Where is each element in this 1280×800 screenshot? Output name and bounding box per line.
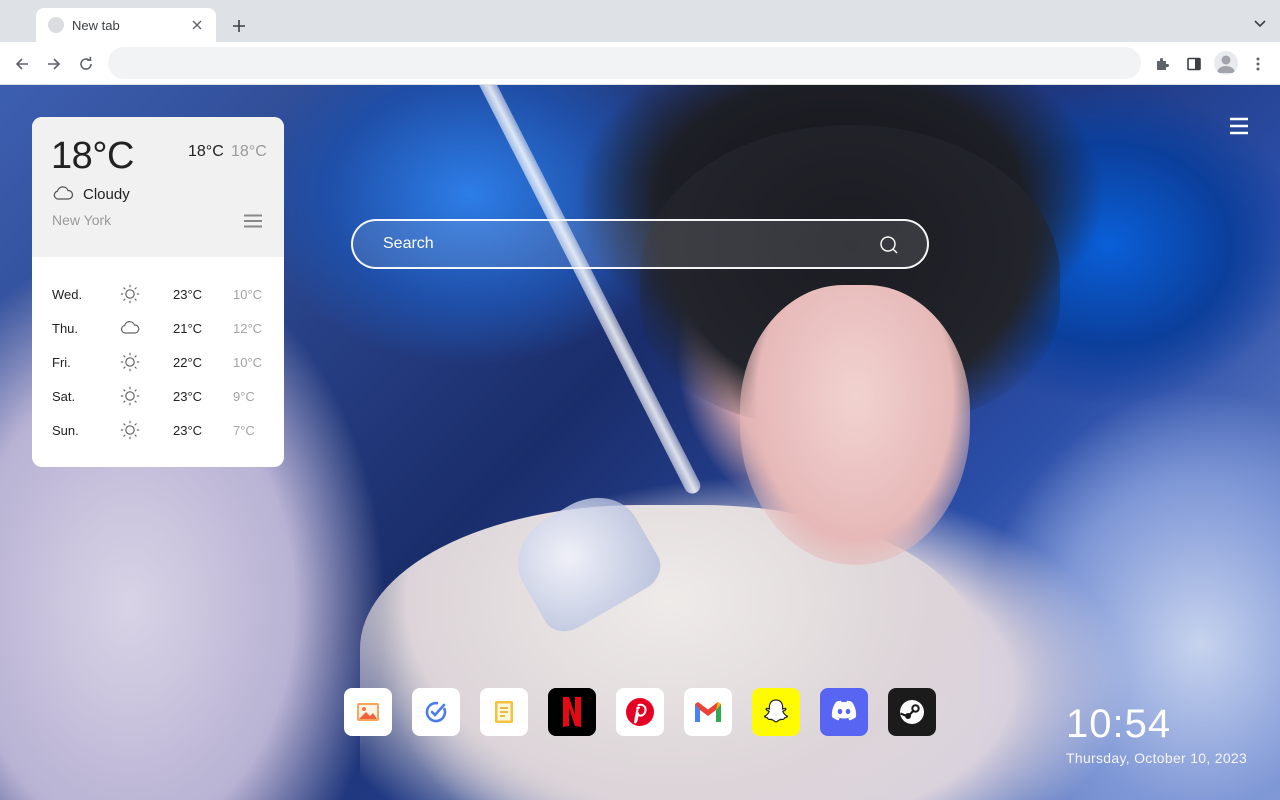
- forecast-row: Fri. 22°C 10°C: [32, 352, 284, 372]
- snapchat-icon: [760, 696, 792, 728]
- forward-button[interactable]: [41, 51, 67, 77]
- dock-item-steam[interactable]: [888, 688, 936, 736]
- tab-search-button[interactable]: [1250, 14, 1270, 34]
- more-vertical-icon: [1256, 57, 1260, 71]
- arrow-left-icon: [15, 58, 28, 70]
- dock-item-discord[interactable]: [820, 688, 868, 736]
- photo-icon: [354, 698, 382, 726]
- dock-item-tasks[interactable]: [412, 688, 460, 736]
- forecast-day: Sat.: [52, 389, 76, 404]
- tab-title: New tab: [72, 17, 120, 33]
- arrow-right-icon: [48, 58, 61, 70]
- cloud-icon: [119, 318, 141, 338]
- back-button[interactable]: [9, 51, 35, 77]
- page-menu-icon[interactable]: [1227, 116, 1251, 136]
- favicon-icon: [48, 17, 64, 33]
- sun-icon: [119, 386, 141, 406]
- current-temperature: 18°C: [51, 135, 134, 177]
- extensions-button[interactable]: [1150, 52, 1174, 76]
- dock-item-gmail[interactable]: [684, 688, 732, 736]
- new-tab-button[interactable]: [226, 13, 252, 39]
- weather-current: 18°C 18°C 18°C Cloudy New York: [32, 117, 284, 257]
- chevron-down-icon: [1254, 20, 1266, 28]
- forecast-day: Sun.: [52, 423, 79, 438]
- forecast-row: Thu. 21°C 12°C: [32, 318, 284, 338]
- cloud-icon: [53, 186, 74, 200]
- browser-menu-button[interactable]: [1246, 52, 1270, 76]
- sun-icon: [119, 352, 141, 372]
- forecast-day: Thu.: [52, 321, 79, 336]
- forecast-high: 23°C: [173, 423, 203, 438]
- forecast-row: Wed. 23°C 10°C: [32, 284, 284, 304]
- weather-city: New York: [52, 212, 112, 228]
- user-icon: [1217, 55, 1235, 73]
- forecast-row: Sun. 23°C 7°C: [32, 420, 284, 440]
- forecast-low: 12°C: [233, 321, 263, 336]
- reload-button[interactable]: [73, 51, 99, 77]
- browser-toolbar: [0, 42, 1280, 85]
- forecast-high: 23°C: [173, 389, 203, 404]
- tab-new-tab[interactable]: New tab: [36, 8, 216, 42]
- forecast-high: 22°C: [173, 355, 203, 370]
- forecast-day: Wed.: [52, 287, 83, 302]
- high-temperature: 18°C: [188, 143, 224, 160]
- forecast-low: 9°C: [233, 389, 255, 404]
- search-box[interactable]: [351, 219, 929, 269]
- sun-icon: [119, 420, 141, 440]
- side-panel-button[interactable]: [1182, 52, 1206, 76]
- steam-icon: [896, 696, 928, 728]
- dock-item-photos[interactable]: [344, 688, 392, 736]
- sun-icon: [119, 284, 141, 304]
- dock-item-snapchat[interactable]: [752, 688, 800, 736]
- gmail-icon: [692, 699, 724, 725]
- side-panel-icon: [1187, 57, 1201, 71]
- low-temperature: 18°C: [231, 143, 267, 160]
- check-circle-icon: [422, 698, 450, 726]
- reload-icon: [80, 56, 92, 70]
- plus-icon: [233, 20, 245, 32]
- search-input[interactable]: [383, 221, 863, 267]
- forecast-low: 10°C: [233, 355, 263, 370]
- forecast-low: 10°C: [233, 287, 263, 302]
- weather-condition: Cloudy: [83, 186, 130, 203]
- dock-item-pinterest[interactable]: [616, 688, 664, 736]
- profile-avatar[interactable]: [1214, 51, 1238, 75]
- weather-widget[interactable]: 18°C 18°C 18°C Cloudy New York Wed. 23°C 1…: [32, 117, 284, 467]
- note-icon: [490, 698, 518, 726]
- dock-item-netflix[interactable]: [548, 688, 596, 736]
- forecast-day: Fri.: [52, 355, 71, 370]
- weather-menu-icon[interactable]: [244, 214, 262, 228]
- puzzle-icon: [1157, 58, 1169, 70]
- tab-strip: New tab: [0, 0, 1280, 42]
- forecast-high: 21°C: [173, 321, 203, 336]
- address-bar[interactable]: [108, 47, 1141, 79]
- clock-time: 10:54: [1066, 702, 1172, 746]
- forecast-low: 7°C: [233, 423, 255, 438]
- search-icon[interactable]: [879, 235, 899, 255]
- dock-item-notes[interactable]: [480, 688, 528, 736]
- discord-icon: [828, 699, 860, 725]
- netflix-icon: [558, 695, 586, 729]
- forecast-high: 23°C: [173, 287, 203, 302]
- forecast-row: Sat. 23°C 9°C: [32, 386, 284, 406]
- wallpaper-face: [740, 285, 970, 565]
- clock-date: Thursday, October 10, 2023: [1066, 750, 1248, 766]
- close-icon[interactable]: [188, 16, 206, 34]
- pinterest-icon: [624, 696, 656, 728]
